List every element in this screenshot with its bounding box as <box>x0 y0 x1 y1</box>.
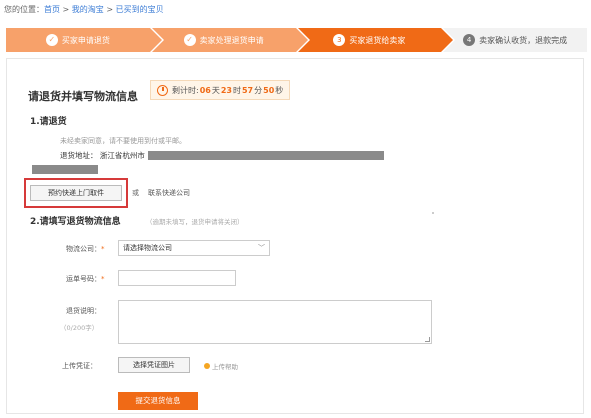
countdown-seconds: 50 <box>263 85 275 95</box>
step-2: ✓ 卖家处理退货申请 <box>151 28 310 52</box>
return-description-textarea[interactable] <box>118 300 432 344</box>
step-number: 4 <box>463 34 476 46</box>
step-label: 卖家处理退货申请 <box>199 35 264 45</box>
required-mark: * <box>101 275 105 283</box>
reserve-pickup-button[interactable]: 预约快递上门取件 <box>30 185 122 201</box>
step-number: 3 <box>333 34 346 46</box>
breadcrumb-bought-link[interactable]: 已买到的宝贝 <box>116 5 164 14</box>
step-4: 4 卖家确认收货，退款完成 <box>443 28 587 52</box>
progress-steps: ✓ 买家申请退货 ✓ 卖家处理退货申请 3 买家退货给卖家 4 卖家确认收货，退… <box>6 28 589 52</box>
breadcrumb-home-link[interactable]: 首页 <box>44 5 60 14</box>
countdown-unit: 分 <box>254 85 263 95</box>
section-logistics-heading: 2.请填写退货物流信息 <box>30 217 121 227</box>
upload-help-text: 上传帮助 <box>212 363 238 371</box>
or-text: 或 <box>132 189 139 197</box>
logistics-label: 物流公司：* <box>66 244 105 254</box>
countdown-minutes: 57 <box>241 85 254 95</box>
breadcrumb-sep: > <box>103 5 116 14</box>
countdown-unit: 时 <box>232 85 241 95</box>
check-icon: ✓ <box>45 34 58 46</box>
help-icon <box>204 363 210 369</box>
chevron-down-icon: ﹀ <box>258 244 265 252</box>
required-mark: * <box>101 245 105 253</box>
tracking-label: 运单号码：* <box>66 274 105 284</box>
return-address: 退货地址： 浙江省杭州市 <box>60 150 145 161</box>
submit-return-button[interactable]: 提交退货信息 <box>118 392 198 410</box>
desc-counter: （0/200字） <box>60 324 99 332</box>
step-3: 3 买家退货给卖家 <box>297 28 456 52</box>
step-label: 卖家确认收货，退款完成 <box>479 35 568 45</box>
divider-dot <box>432 212 434 214</box>
upload-help-link[interactable]: 上传帮助 <box>204 361 238 371</box>
countdown-label: 剩计时: <box>172 85 199 95</box>
countdown-timer: 剩计时: 06 天 23 时 57 分 50 秒 <box>150 80 291 100</box>
countdown-unit: 秒 <box>275 85 284 95</box>
page-title: 请退货并填写物流信息 <box>28 90 138 103</box>
step-label: 买家退货给卖家 <box>349 35 406 45</box>
check-icon: ✓ <box>183 34 196 46</box>
clock-icon <box>157 84 168 96</box>
redacted-address <box>32 165 98 174</box>
section-logistics-hint: （逾期未填写，退货申请将关闭） <box>146 218 244 226</box>
section-return-heading: 1.请退货 <box>30 117 67 127</box>
step-label: 买家申请退货 <box>61 35 110 45</box>
step-1: ✓ 买家申请退货 <box>6 28 164 52</box>
tracking-number-input[interactable] <box>118 270 236 286</box>
desc-label: 退货说明： <box>66 307 101 315</box>
breadcrumb: 您的位置：首页 > 我的淘宝 > 已买到的宝贝 <box>4 4 164 15</box>
logistics-label-text: 物流公司： <box>66 245 101 253</box>
breadcrumb-sep: > <box>60 5 72 14</box>
address-label: 退货地址： <box>60 151 98 160</box>
logistics-select-value: 请选择物流公司 <box>123 244 172 252</box>
return-note: 未经卖家同意，请不要使用到付或平邮。 <box>60 137 186 145</box>
countdown-unit: 天 <box>211 85 220 95</box>
select-image-button[interactable]: 选择凭证图片 <box>118 357 190 373</box>
countdown-days: 06 <box>199 85 211 95</box>
upload-label: 上传凭证： <box>62 362 97 370</box>
countdown-hours: 23 <box>220 85 232 95</box>
address-value: 浙江省杭州市 <box>99 151 145 160</box>
breadcrumb-prefix: 您的位置： <box>4 5 44 14</box>
resize-grip-icon[interactable] <box>425 337 430 342</box>
redacted-address <box>148 151 384 160</box>
tracking-label-text: 运单号码： <box>66 275 101 283</box>
logistics-company-select[interactable]: 请选择物流公司 ﹀ <box>118 240 270 256</box>
breadcrumb-my-taobao-link[interactable]: 我的淘宝 <box>72 5 104 14</box>
contact-courier-text: 联系快递公司 <box>148 189 190 197</box>
